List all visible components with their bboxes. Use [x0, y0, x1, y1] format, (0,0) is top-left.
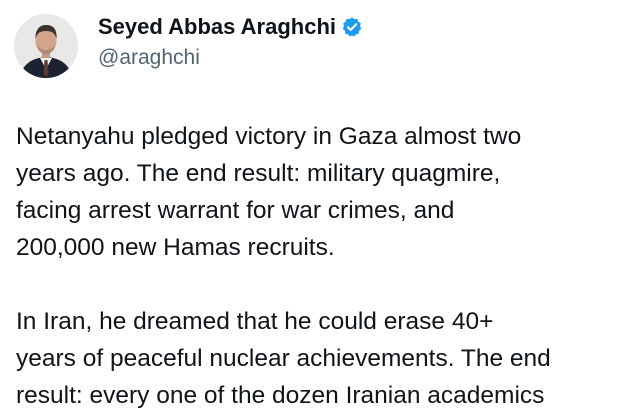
name-row: Seyed Abbas Araghchi [98, 12, 363, 42]
tweet-text: Netanyahu pledged victory in Gaza almost… [16, 118, 636, 414]
tweet-paragraph-2: In Iran, he dreamed that he could erase … [16, 308, 551, 409]
verified-badge-icon [341, 16, 363, 38]
author-identity: Seyed Abbas Araghchi @araghchi [98, 12, 363, 70]
author-avatar[interactable] [14, 14, 78, 78]
author-handle[interactable]: @araghchi [98, 46, 363, 70]
tweet[interactable]: Seyed Abbas Araghchi @araghchi Netanyahu… [0, 0, 640, 416]
avatar-portrait [14, 14, 78, 78]
tweet-paragraph-1: Netanyahu pledged victory in Gaza almost… [16, 123, 522, 261]
author-display-name[interactable]: Seyed Abbas Araghchi [98, 14, 336, 40]
